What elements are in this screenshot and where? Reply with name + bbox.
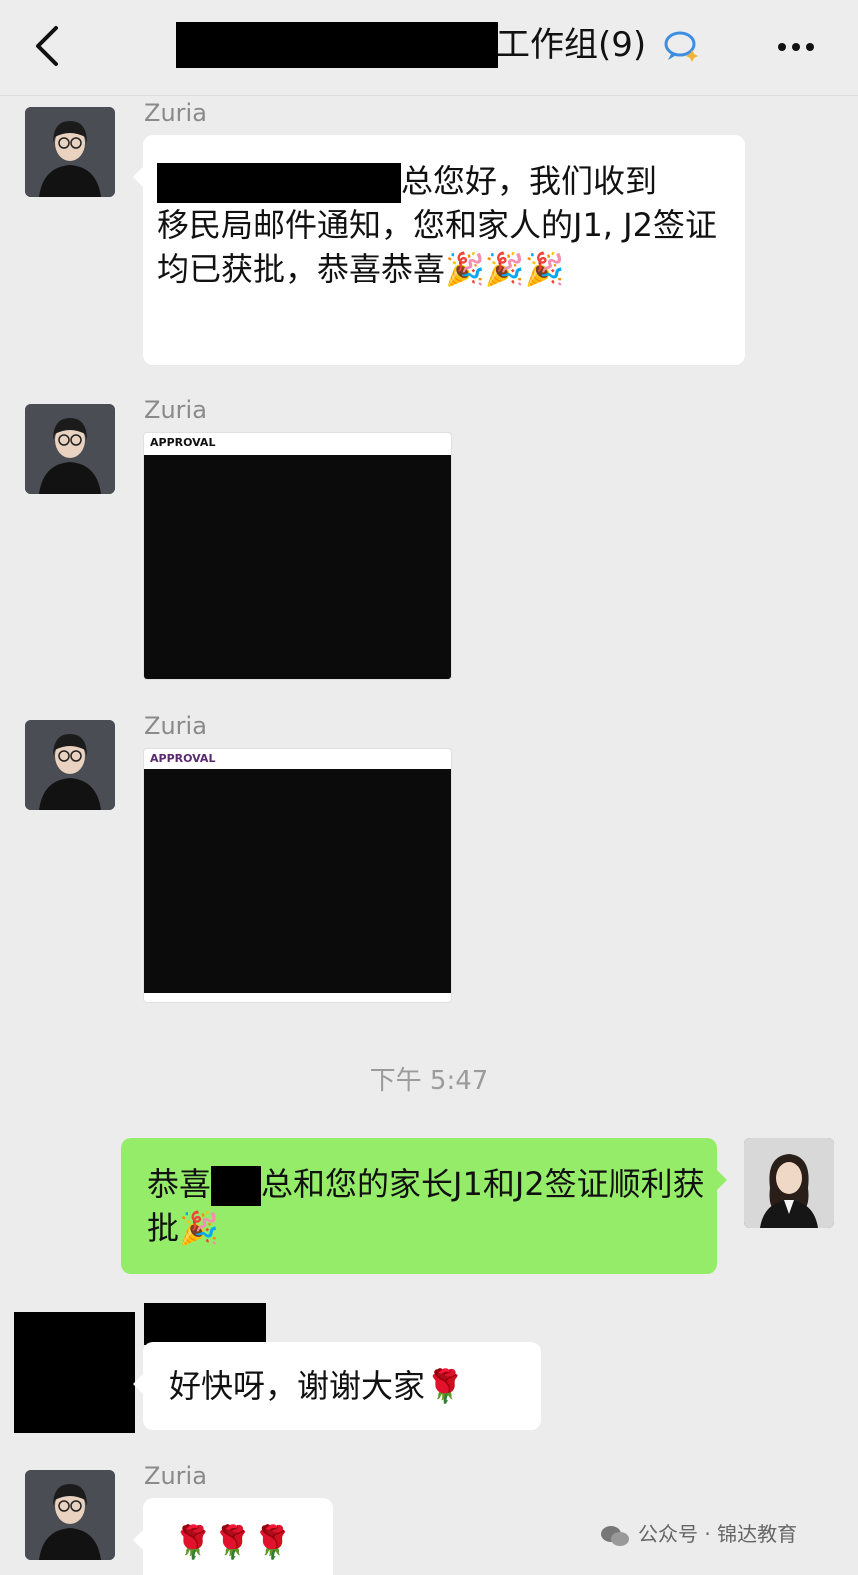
sender-name: Zuria — [144, 712, 207, 740]
message-text: 恭喜 — [147, 1165, 212, 1203]
avatar[interactable] — [25, 404, 115, 494]
sender-name: Zuria — [144, 396, 207, 424]
redacted-avatar[interactable] — [14, 1312, 135, 1433]
redacted-name — [211, 1166, 262, 1206]
more-dots-icon[interactable] — [778, 36, 822, 56]
chat-header: 工作组(9) — [0, 0, 858, 96]
message-text: 好快呀，谢谢大家🌹 — [169, 1367, 465, 1405]
message-bubble[interactable]: 总您好，我们收到 移民局邮件通知，您和家人的J1, J2签证均已获批，恭喜恭喜🎉… — [133, 135, 745, 365]
redacted-image — [144, 769, 451, 993]
image-message[interactable]: APPROVAL — [143, 432, 452, 680]
message-text: 🌹🌹🌹 — [173, 1523, 293, 1561]
sender-name: Zuria — [144, 99, 207, 127]
avatar-self[interactable] — [744, 1138, 834, 1228]
chat-bubble-icon — [664, 31, 698, 62]
wechat-icon — [601, 1525, 629, 1546]
sender-name: Zuria — [144, 1462, 207, 1490]
watermark-text: 公众号 · 锦达教育 — [638, 1522, 798, 1546]
watermark: 公众号 · 锦达教育 — [600, 1518, 797, 1550]
timestamp: 下午 5:47 — [369, 1066, 489, 1096]
message-bubble-self[interactable]: 恭喜 总和您的家长J1和J2签证顺利获批🎉 — [121, 1138, 727, 1274]
message-text: 总您好，我们收到 — [401, 162, 658, 200]
image-label: APPROVAL — [150, 752, 216, 765]
redacted-sender-name — [144, 1303, 266, 1345]
image-message[interactable]: APPROVAL — [143, 748, 452, 1003]
redacted-group-name — [176, 22, 498, 68]
avatar[interactable] — [25, 720, 115, 810]
avatar[interactable] — [25, 1470, 115, 1560]
avatar[interactable] — [25, 107, 115, 197]
image-label: APPROVAL — [150, 436, 216, 449]
chevron-left-icon[interactable] — [28, 22, 68, 70]
redacted-image — [144, 455, 451, 679]
message-bubble[interactable]: 🌹🌹🌹 — [133, 1498, 333, 1575]
message-bubble[interactable]: 好快呀，谢谢大家🌹 — [133, 1342, 541, 1430]
message-text: 移民局邮件通知，您和家人的J1, J2签证均已获批，恭喜恭喜🎉🎉🎉 — [157, 206, 717, 288]
chat-title[interactable]: 工作组(9) — [496, 22, 646, 68]
redacted-name — [157, 163, 401, 203]
